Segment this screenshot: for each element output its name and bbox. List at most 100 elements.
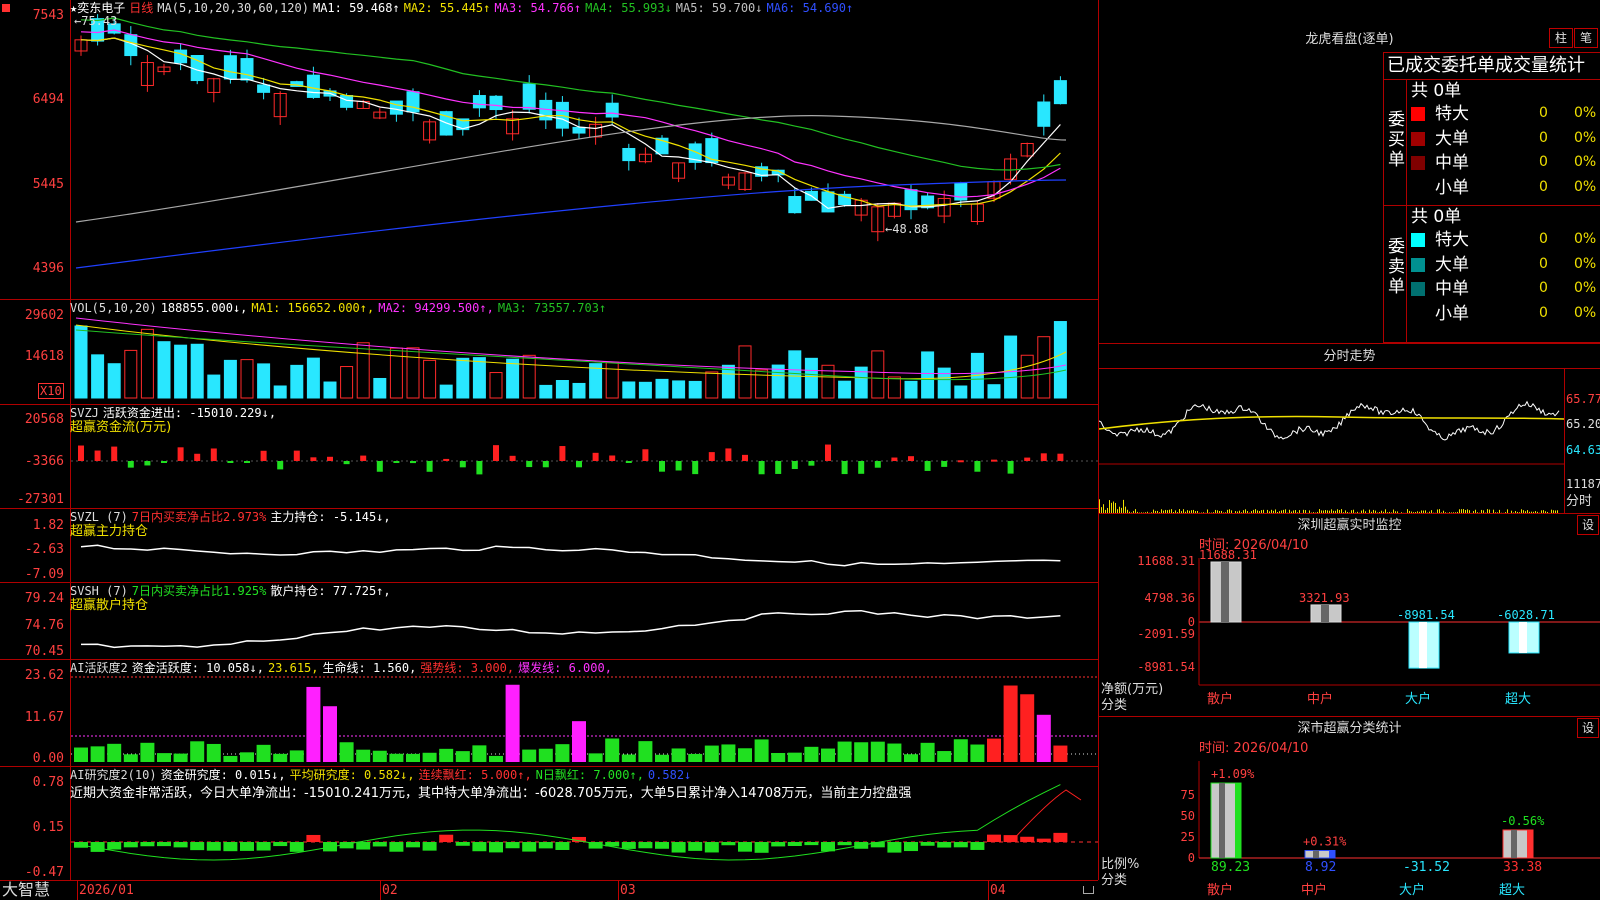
- research-bar: [688, 842, 703, 851]
- activity-bar: [489, 755, 503, 762]
- volume-bar: [74, 325, 88, 399]
- research-bar: [1003, 835, 1018, 842]
- classify-bar-chart: 75 50 25 0 +1.09% 89.23 散户 +0.31% 8.92 中户 -31.52 大户…: [1181, 761, 1600, 898]
- order-count: 0: [1539, 129, 1548, 146]
- research-bar: [356, 842, 371, 850]
- candle-body: [788, 195, 802, 214]
- activity-bar: [920, 742, 935, 762]
- volume-bar: [605, 361, 619, 399]
- ai1-burstline: 爆发线: 6.000,: [518, 661, 612, 675]
- volume-bar: [373, 377, 387, 399]
- category-label: 中户: [1301, 882, 1327, 898]
- fund-flow-bar: [974, 461, 981, 472]
- intraday-chart[interactable]: [1099, 369, 1564, 513]
- volume-bar: [672, 380, 686, 399]
- research-bar: [937, 842, 952, 848]
- period-label[interactable]: 日线: [129, 1, 153, 15]
- vol-label: VOL(5,10,20): [70, 301, 157, 315]
- ai1-strongline: 强势线: 3.000,: [420, 661, 515, 675]
- vol-ma1: MA1: 156652.000↑,: [251, 301, 375, 315]
- ratio-value: 33.38: [1503, 860, 1542, 875]
- activity-bar: [306, 686, 321, 762]
- volume-bar: [954, 385, 968, 399]
- vol-axis-label: 14618: [24, 349, 64, 364]
- svzl-hold: 主力持仓: -5.145↓,: [270, 510, 391, 524]
- research-bar: [804, 842, 819, 846]
- fund-flow-bar: [161, 461, 167, 463]
- activity-bar: [821, 748, 835, 762]
- activity-bar: [538, 748, 553, 762]
- y-tick-label: 25: [1181, 830, 1195, 844]
- retail-holding-line: [80, 609, 1061, 649]
- activity-bar: [638, 741, 653, 762]
- activity-bar: [771, 752, 786, 762]
- candle-body: [257, 84, 271, 93]
- ai2-n-red: N日飘红: 7.000↑,: [535, 768, 644, 782]
- high-price-mark: ←75.43: [74, 14, 118, 28]
- bottom-axis-border: [0, 880, 1098, 881]
- bar-highlight: [1313, 850, 1319, 858]
- activity-bar: [90, 746, 105, 762]
- intraday-panel: 分时走势 65.77 65.20 64.63 11187 分时: [1099, 343, 1600, 513]
- fund-flow-bar: [908, 456, 914, 461]
- intraday-volume-bar: [1103, 504, 1104, 513]
- activity-bar: [655, 754, 669, 762]
- kline-chart[interactable]: [71, 0, 1098, 880]
- lock-icon[interactable]: [1083, 886, 1094, 894]
- activity-bar: [323, 706, 337, 762]
- volume-bar: [207, 374, 221, 399]
- date-label: 03: [620, 883, 636, 898]
- vol-unit-badge: X10: [38, 383, 64, 399]
- buy-order-row: 大单 0 0%: [1409, 129, 1600, 151]
- ratio-value: -31.52: [1403, 860, 1450, 875]
- ma4-value: MA4: 55.993↓: [585, 1, 672, 15]
- stats-frame: [1383, 79, 1600, 80]
- fund-flow-bar: [725, 448, 732, 461]
- svsh-header: SVSH (7) 7日内买卖净占比1.925% 散户持仓: 77.725↑,: [70, 585, 395, 597]
- svzl-axis-label: 1.82: [32, 518, 64, 533]
- activity-bar: [107, 743, 122, 762]
- tab-tick-view[interactable]: 笔: [1574, 28, 1598, 48]
- activity-bar: [987, 738, 1001, 762]
- volume-bar: [921, 351, 935, 399]
- fund-flow-bar: [376, 461, 383, 472]
- candle-body: [522, 83, 536, 110]
- sell-order-row: 中单 0 0%: [1409, 279, 1600, 301]
- volume-bar: [406, 347, 420, 399]
- activity-bar: [605, 738, 620, 762]
- classify-panel: 深市超赢分类统计 设 时间: 2026/04/10 75 50 25 0 +1.09% 8…: [1099, 716, 1600, 900]
- order-count: 0: [1539, 231, 1548, 247]
- buy-order-row: 小单 0 0%: [1409, 178, 1600, 200]
- date-tick: [77, 880, 78, 900]
- fund-flow-bar: [393, 461, 400, 463]
- research-bar: [970, 842, 985, 850]
- ai2-axis-label: 0.15: [32, 820, 64, 835]
- candle-body: [622, 147, 636, 162]
- activity-bar: [937, 751, 952, 762]
- svsh-ratio: 7日内买卖净占比1.925%: [131, 584, 267, 598]
- ai2-comment: 近期大资金非常活跃，今日大单净流出：-15010.241万元，其中特大单净流出：…: [70, 786, 912, 801]
- date-tick: [618, 880, 619, 900]
- research-bar: [74, 842, 88, 848]
- research-bar: [123, 842, 138, 848]
- candle-body: [1053, 80, 1067, 105]
- research-bar: [455, 842, 470, 846]
- activity-bar: [256, 744, 271, 762]
- date-tick: [380, 880, 381, 900]
- fund-flow-bar: [443, 458, 450, 461]
- category-label: 超大: [1499, 883, 1525, 898]
- y-tick-label: 4798.36: [1144, 591, 1195, 605]
- fund-flow-bar: [559, 446, 566, 461]
- price-axis-label: 4396: [32, 261, 64, 276]
- activity-bar: [455, 751, 470, 762]
- legend-swatch: [1411, 282, 1425, 296]
- volume-bar: [91, 354, 105, 399]
- research-bar: [157, 842, 171, 847]
- tab-bar-view[interactable]: 柱: [1549, 28, 1573, 48]
- bar-highlight: [1221, 562, 1229, 622]
- fund-flow-bar: [426, 461, 433, 472]
- candle-body: [472, 95, 486, 109]
- volume-bar: [804, 357, 818, 399]
- order-size-label: 大单: [1435, 254, 1469, 275]
- research-bar: [505, 842, 520, 849]
